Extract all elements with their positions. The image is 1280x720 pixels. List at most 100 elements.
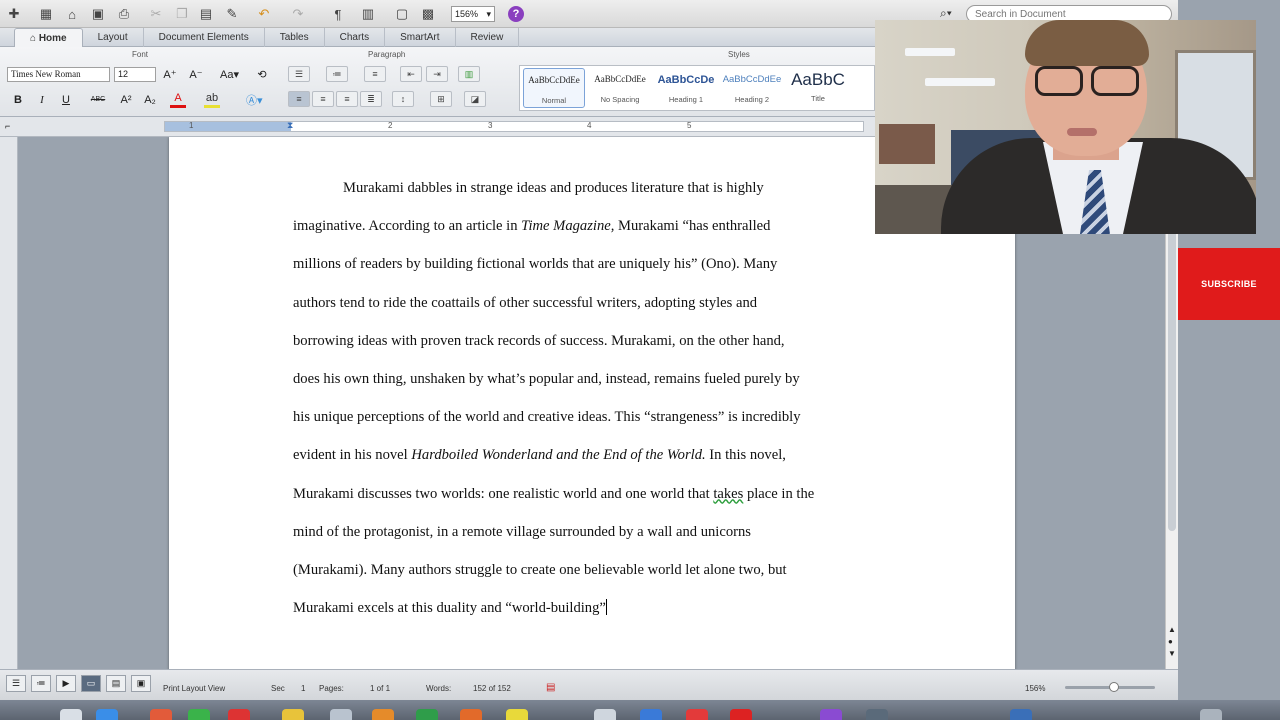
align-center-icon[interactable]: ≡ [312,91,334,107]
app-icon[interactable] [730,709,752,720]
tab-charts[interactable]: Charts [325,28,386,47]
style-heading-2[interactable]: AaBbCcDdEe Heading 2 [721,68,783,108]
text-line: (Murakami). Many authors struggle to cre… [293,561,787,578]
copy-icon[interactable]: ❐ [172,4,192,24]
underline-button[interactable]: U [58,91,74,108]
zoom-slider-knob[interactable] [1109,682,1119,692]
align-left-icon[interactable]: ≡ [288,91,310,107]
style-title[interactable]: AaBbC Title [787,68,849,108]
prev-page-icon[interactable]: ▲ [1168,625,1176,634]
app-icon[interactable] [330,709,352,720]
tab-selector-icon[interactable]: ⌐ [5,121,10,131]
app-icon[interactable] [594,709,616,720]
zoom-slider[interactable] [1065,682,1155,692]
tab-layout[interactable]: Layout [83,28,144,47]
undo-icon[interactable]: ↶ [254,4,274,24]
tab-review[interactable]: Review [456,28,520,47]
excel-icon[interactable] [416,709,438,720]
style-normal[interactable]: AaBbCcDdEe Normal [523,68,585,108]
clear-formatting-icon[interactable]: ⟲ [254,66,270,83]
media-browser-icon[interactable]: ▩ [418,4,438,24]
zoom-select[interactable]: 156% ▾ [451,6,495,22]
search-icon[interactable]: ⌕▾ [940,6,952,21]
powerpoint-icon[interactable] [460,709,482,720]
style-no-spacing[interactable]: AaBbCcDdEe No Spacing [589,68,651,108]
multilevel-list-icon[interactable]: ≡ [364,66,386,82]
numbering-icon[interactable]: ≔ [326,66,348,82]
finder-icon[interactable] [60,709,82,720]
next-page-icon[interactable]: ▼ [1168,649,1176,658]
help-icon[interactable]: ? [508,6,524,22]
shrink-font-icon[interactable]: A⁻ [188,66,204,83]
calendar-icon[interactable] [150,709,172,720]
paste-icon[interactable]: ▤ [196,4,216,24]
grammar-flagged-word[interactable]: takes [713,486,743,502]
sidebar-toggle-icon[interactable]: ▥ [358,4,378,24]
print-layout-view-icon[interactable]: ▭ [81,675,101,692]
focus-view-icon[interactable]: ▣ [131,675,151,692]
trash-icon[interactable] [1200,709,1222,720]
save-icon[interactable]: ▣ [88,4,108,24]
redo-icon[interactable]: ↷ [288,4,308,24]
font-color-icon[interactable]: A [170,91,186,108]
open-icon[interactable]: ⌂ [62,4,82,24]
decrease-indent-icon[interactable]: ⇤ [400,66,422,82]
subscribe-button[interactable]: SUBSCRIBE [1178,248,1280,320]
tab-document-elements[interactable]: Document Elements [144,28,265,47]
app-icon[interactable] [1010,709,1032,720]
messages-icon[interactable] [188,709,210,720]
app-icon[interactable] [686,709,708,720]
borders-icon[interactable]: ⊞ [430,91,452,107]
app-icon[interactable] [372,709,394,720]
proofing-status-icon[interactable]: ▤ [546,682,555,693]
ceiling-light [925,78,995,86]
cut-icon[interactable]: ✂ [146,4,166,24]
tab-home[interactable]: ⌂ Home [14,28,83,47]
indent-marker-icon[interactable]: ⧗ [287,120,293,131]
print-icon[interactable]: ⎙ [114,4,134,24]
pilcrow-icon[interactable]: ¶ [328,4,348,24]
bullets-icon[interactable]: ☰ [288,66,310,82]
publishing-view-icon[interactable]: ▤ [106,675,126,692]
tab-tables[interactable]: Tables [265,28,325,47]
bold-button[interactable]: B [10,91,26,108]
style-heading-1[interactable]: AaBbCcDe Heading 1 [655,68,717,108]
app-icon[interactable] [820,709,842,720]
superscript-button[interactable]: A² [118,91,134,108]
app-icon[interactable] [640,709,662,720]
ruler-tick-label: 3 [488,121,493,130]
outline-view-icon[interactable]: ≔ [31,675,51,692]
document-body[interactable]: Murakami dabbles in strange ideas and pr… [293,173,893,631]
align-right-icon[interactable]: ≡ [336,91,358,107]
subscript-button[interactable]: A₂ [142,91,158,108]
app-icon[interactable] [228,709,250,720]
new-document-icon[interactable]: ✚ [4,4,24,24]
tab-smartart[interactable]: SmartArt [385,28,456,47]
notes-icon[interactable] [282,709,304,720]
format-painter-icon[interactable]: ✎ [222,4,242,24]
shading-icon[interactable]: ◪ [464,91,486,107]
font-size-select[interactable]: 12 [114,67,156,82]
toolbox-icon[interactable]: ▢ [392,4,412,24]
safari-icon[interactable] [96,709,118,720]
columns-icon[interactable]: ▥ [458,66,480,82]
change-case-icon[interactable]: Aa▾ [220,66,239,83]
increase-indent-icon[interactable]: ⇥ [426,66,448,82]
zoom-value: 156% [455,9,479,19]
grow-font-icon[interactable]: A⁺ [162,66,178,83]
line-spacing-icon[interactable]: ↕ [392,91,414,107]
strikethrough-button[interactable]: ABC [90,91,106,108]
notebook-view-icon[interactable]: ▶ [56,675,76,692]
text-effects-icon[interactable]: Ⓐ▾ [246,91,263,108]
app-icon[interactable] [506,709,528,720]
draft-view-icon[interactable]: ☰ [6,675,26,692]
text-line: evident in his novel Hardboiled Wonderla… [293,447,786,464]
gallery-icon[interactable]: ▦ [36,4,56,24]
font-name-select[interactable]: Times New Roman [7,67,110,82]
glasses-lens [1091,66,1139,96]
justify-icon[interactable]: ≣ [360,91,382,107]
app-icon[interactable] [866,709,888,720]
highlight-icon[interactable]: ab [204,91,220,108]
browse-object-icon[interactable]: ● [1168,637,1173,646]
italic-button[interactable]: I [34,91,50,108]
